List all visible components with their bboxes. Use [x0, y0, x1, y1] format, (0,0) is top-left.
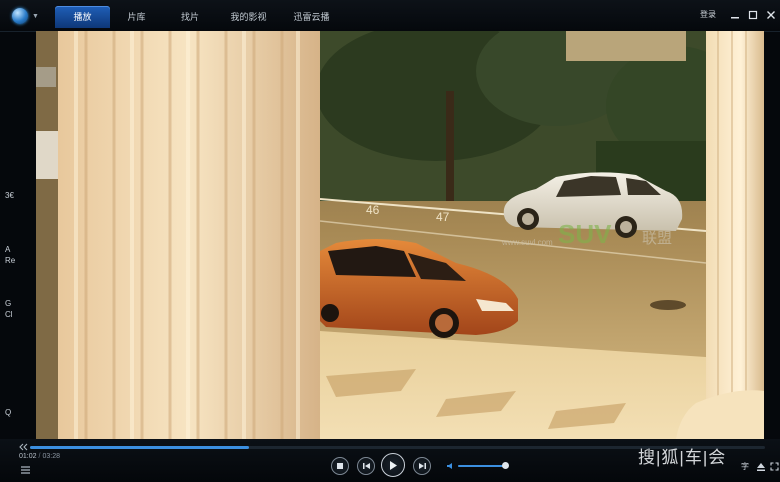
playlist-fragment: Q — [5, 408, 12, 417]
main-tabs: 播放 片库 找片 我的影视 迅雷云播 — [55, 6, 343, 28]
minimize-button[interactable] — [728, 8, 742, 22]
elapsed-time: 01:02 — [19, 453, 37, 460]
play-button[interactable] — [381, 453, 405, 477]
play-icon — [390, 460, 397, 470]
sohu-watermark: 搜|狐|车|会 — [638, 448, 727, 467]
fullscreen-icon[interactable] — [770, 462, 779, 471]
volume-slider[interactable] — [458, 462, 509, 469]
playlist-icon[interactable] — [20, 465, 31, 475]
volume-icon[interactable] — [446, 462, 455, 470]
video-frame: 46 47 www.suvl.com SUV 联盟 — [36, 31, 764, 439]
playlist-fragment: A — [5, 245, 11, 254]
tab-library[interactable]: 片库 — [110, 6, 163, 28]
minimize-icon — [731, 17, 739, 19]
title-bar: ▼ 播放 片库 找片 我的影视 迅雷云播 登录 — [0, 0, 780, 32]
playlist-fragment: Cl — [5, 310, 13, 319]
thunder-logo-icon — [12, 8, 28, 24]
next-button[interactable] — [413, 457, 431, 475]
parking-number: 47 — [436, 210, 450, 224]
skip-forward-icon — [418, 463, 426, 469]
tab-cloud-play[interactable]: 迅雷云播 — [280, 6, 343, 28]
playlist-panel-edge[interactable]: 3€ A Re G Cl Q Q — [0, 31, 36, 472]
stop-button[interactable] — [331, 457, 349, 475]
subtitle-button[interactable]: 字 — [741, 461, 749, 472]
tab-my-videos[interactable]: 我的影视 — [217, 6, 280, 28]
control-bar: 01:02/03:28 搜|狐|车|会 字 — [0, 439, 780, 482]
video-watermark-suffix: 联盟 — [642, 230, 672, 247]
playlist-fragment: G — [5, 299, 12, 308]
video-watermark-logo: SUV — [558, 219, 612, 249]
chevron-down-icon: ▼ — [32, 12, 39, 20]
time-separator: / — [38, 453, 41, 460]
video-display[interactable]: 46 47 www.suvl.com SUV 联盟 — [36, 31, 764, 439]
total-time: 03:28 — [42, 453, 61, 460]
video-watermark-url: www.suvl.com — [501, 238, 553, 247]
skip-back-icon — [362, 463, 370, 469]
tab-play[interactable]: 播放 — [55, 6, 110, 28]
parking-number: 46 — [366, 203, 380, 217]
app-menu-button[interactable]: ▼ — [12, 7, 44, 25]
maximize-icon — [748, 10, 758, 20]
login-button[interactable]: 登录 — [700, 9, 716, 20]
collapse-playlist-icon[interactable] — [19, 443, 28, 451]
volume-level — [458, 465, 505, 467]
playlist-fragment: Re — [5, 256, 16, 265]
eject-icon[interactable] — [756, 462, 766, 472]
maximize-button[interactable] — [746, 8, 760, 22]
tab-find[interactable]: 找片 — [163, 6, 217, 28]
time-display: 01:02/03:28 — [19, 453, 60, 460]
volume-knob[interactable] — [502, 462, 509, 469]
close-button[interactable] — [764, 8, 778, 22]
close-icon — [767, 11, 775, 19]
seek-progress — [30, 446, 250, 449]
playlist-fragment: 3€ — [5, 191, 14, 200]
left-pillar — [58, 31, 320, 439]
previous-button[interactable] — [357, 457, 375, 475]
stop-icon — [337, 463, 343, 469]
